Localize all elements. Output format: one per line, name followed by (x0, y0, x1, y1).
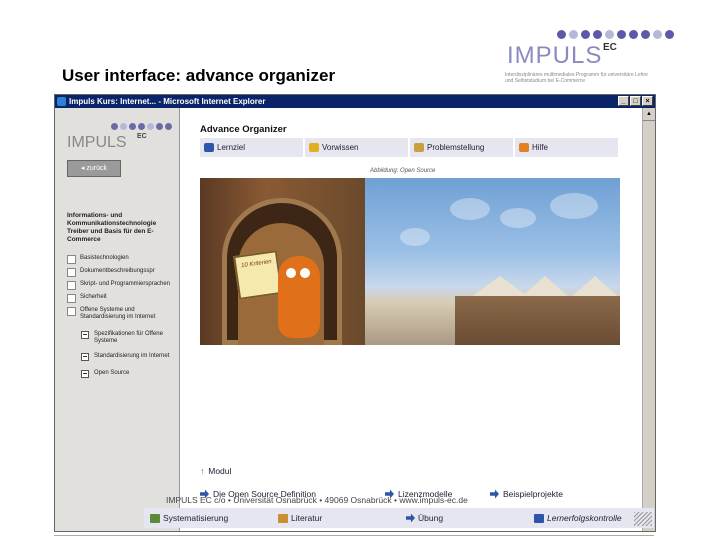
page-title: Advance Organizer (200, 124, 287, 135)
sidebar-item-label: Basistechnologien (80, 255, 129, 261)
course-sidebar: IMPULS EC ◂ zurück Informations- und Kom… (55, 108, 180, 531)
tab-label: Vorwissen (322, 143, 359, 152)
logo-dots (557, 30, 674, 39)
scroll-up-button[interactable]: ▲ (643, 108, 655, 121)
sidebar-logo: IMPULS (67, 134, 127, 151)
sidebar-subitem-label: Standardisierung im Internet (94, 353, 170, 359)
tab-problemstellung[interactable]: Problemstellung (410, 138, 515, 157)
chart-icon (150, 513, 160, 523)
slide-footer: IMPULS EC c/o • Universität Osnabrück • … (166, 495, 468, 505)
module-link[interactable]: ↑ Modul (200, 466, 231, 476)
sidebar-logo-dots (111, 123, 172, 130)
sidebar-item-label: Dokumentbeschreibungsspr (80, 268, 155, 274)
checkbox[interactable] (67, 268, 76, 277)
minimize-button[interactable]: _ (618, 96, 629, 106)
content-area: Advance Organizer Lernziel Vorwissen Pro… (180, 108, 642, 531)
nav-label: Lernerfolgskontrolle (547, 513, 622, 523)
tab-label: Problemstellung (427, 143, 485, 152)
checkbox[interactable] (67, 281, 76, 290)
help-icon (519, 143, 529, 152)
nav-systematisierung[interactable]: Systematisierung (144, 508, 270, 528)
sidebar-item-basistechnologien[interactable]: Basistechnologien (67, 255, 177, 264)
tab-label: Lernziel (217, 143, 246, 152)
maximize-button[interactable]: □ (630, 96, 641, 106)
module-label: Modul (208, 466, 232, 476)
link-beispielprojekte[interactable]: Beispielprojekte (490, 489, 563, 499)
sidebar-heading: Informations- und Kommunikationstechnolo… (67, 212, 157, 243)
nav-uebung[interactable]: Übung (400, 508, 526, 528)
cathedral-portal: 10 Kriterien (200, 178, 365, 345)
vertical-scrollbar[interactable]: ▲ (642, 108, 655, 531)
nav-label: Literatur (291, 513, 323, 523)
sidebar-logo-ec: EC (137, 133, 147, 140)
lightbulb-icon (309, 143, 319, 152)
bottom-navigation: Systematisierung Literatur Übung Lernerf… (144, 508, 654, 528)
sidebar-item-sicherheit[interactable]: Sicherheit (67, 294, 177, 303)
resize-grip[interactable] (634, 512, 652, 526)
nav-label: Übung (418, 513, 444, 523)
sidebar-item-label: Offene Systeme und Standardisierung im I… (80, 307, 156, 320)
book-icon (278, 513, 288, 523)
logo-ec: EC (603, 42, 617, 53)
tab-vorwissen[interactable]: Vorwissen (305, 138, 410, 157)
close-button[interactable]: × (642, 96, 653, 106)
criteria-sign: 10 Kriterien (233, 250, 283, 300)
tab-label: Hilfe (532, 143, 549, 152)
sidebar-subitem-open-source[interactable]: Open Source (81, 370, 177, 378)
impuls-ec-logo: IMPULS EC Interdisziplinäres multimedial… (505, 30, 674, 90)
sidebar-item-offene-systeme[interactable]: Offene Systeme und Standardisierung im I… (67, 307, 177, 321)
collapse-icon[interactable] (81, 331, 89, 339)
window-title: Impuls Kurs: Internet... - Microsoft Int… (69, 97, 266, 106)
tab-hilfe[interactable]: Hilfe (515, 138, 620, 157)
owl-mascot (278, 256, 320, 338)
checkbox[interactable] (67, 255, 76, 264)
ie-icon (57, 97, 66, 106)
arrow-right-icon (490, 489, 499, 499)
sidebar-subitem-label: Spezifikationen für Offene Systeme (94, 331, 163, 344)
checkbox[interactable] (67, 307, 76, 316)
link-label: Beispielprojekte (503, 489, 564, 499)
window-titlebar[interactable]: Impuls Kurs: Internet... - Microsoft Int… (55, 95, 655, 108)
target-icon (204, 143, 214, 152)
sidebar-item-dokumentbeschreibung[interactable]: Dokumentbeschreibungsspr (67, 268, 177, 277)
sidebar-item-label: Sicherheit (80, 294, 107, 300)
up-arrow-icon: ↑ (200, 466, 205, 476)
sidebar-item-skriptsprachen[interactable]: Skript- und Programmiersprachen (67, 281, 177, 290)
sidebar-subitem-spezifikationen[interactable]: Spezifikationen für Offene Systeme (81, 331, 177, 345)
nav-literatur[interactable]: Literatur (272, 508, 398, 528)
open-source-illustration: 10 Kriterien (200, 178, 620, 345)
back-label: zurück (86, 165, 108, 172)
owl-icon (414, 143, 424, 152)
browser-window: Impuls Kurs: Internet... - Microsoft Int… (54, 94, 656, 532)
collapse-icon[interactable] (81, 353, 89, 361)
tab-lernziel[interactable]: Lernziel (200, 138, 305, 157)
slide-title: User interface: advance organizer (62, 66, 336, 85)
checkbox[interactable] (67, 294, 76, 303)
arrow-right-icon (406, 513, 415, 523)
logo-subtitle: Interdisziplinäres multimediales Program… (505, 72, 648, 84)
back-button[interactable]: ◂ zurück (67, 160, 121, 177)
image-caption: Abbildung: Open Source (370, 168, 436, 174)
logo-text: IMPULS (507, 42, 603, 69)
divider (54, 535, 654, 536)
collapse-icon[interactable] (81, 370, 89, 378)
market-scene (455, 296, 620, 345)
check-icon (534, 513, 544, 523)
sidebar-subitem-label: Open Source (94, 370, 130, 376)
sidebar-subitem-standardisierung[interactable]: Standardisierung im Internet (81, 353, 177, 361)
sidebar-item-label: Skript- und Programmiersprachen (80, 281, 171, 287)
organizer-tabs: Lernziel Vorwissen Problemstellung Hilfe (200, 138, 620, 157)
nav-label: Systematisierung (163, 513, 229, 523)
